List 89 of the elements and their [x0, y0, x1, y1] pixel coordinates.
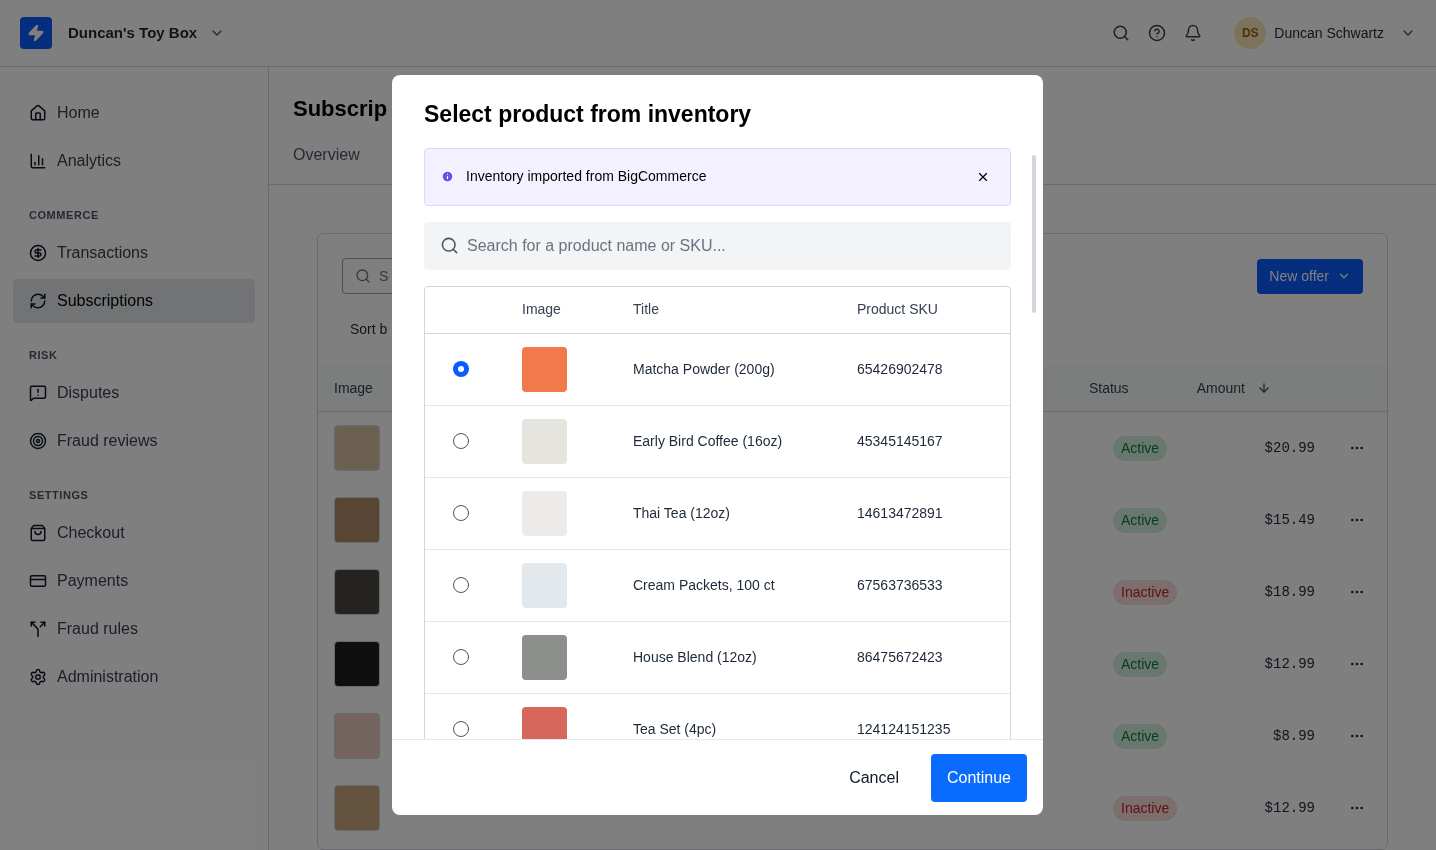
photo-placeholder	[522, 418, 567, 464]
sidebar-item[interactable]: Fraud reviews	[13, 419, 255, 463]
sidebar-item[interactable]: Disputes	[13, 371, 255, 415]
status-badge: Active	[1113, 723, 1168, 749]
product-row[interactable]: Thai Tea (12oz) 14613472891	[425, 477, 1010, 550]
product-sku: 67563736533	[857, 577, 943, 593]
photo-placeholder	[334, 713, 380, 759]
amount: $12.99	[1263, 798, 1315, 818]
amount: $20.99	[1263, 438, 1315, 458]
search-icon	[440, 236, 459, 255]
product-row[interactable]: House Blend (12oz) 86475672423	[425, 621, 1010, 694]
house-icon	[29, 104, 47, 122]
product-row[interactable]: Matcha Powder (200g) 65426902478	[425, 333, 1010, 406]
section-label: SETTINGS	[28, 487, 90, 503]
photo-placeholder	[334, 569, 380, 615]
column-header: Product SKU	[857, 300, 938, 319]
photo-placeholder	[522, 634, 567, 680]
sidebar-item[interactable]: Checkout	[13, 511, 255, 555]
sidebar-item[interactable]: Transactions	[13, 231, 255, 275]
photo-placeholder	[334, 425, 380, 471]
sidebar-item[interactable]: Fraud rules	[13, 607, 255, 651]
cancel-button[interactable]: Cancel	[849, 765, 899, 790]
target-icon	[29, 432, 47, 450]
refresh-icon	[29, 292, 47, 310]
amount: $18.99	[1263, 582, 1315, 602]
radio-button[interactable]	[453, 361, 469, 377]
info-icon	[441, 170, 454, 183]
sidebar-item[interactable]: Home	[13, 91, 255, 135]
product-sku: 65426902478	[857, 361, 943, 377]
product-sku: 45345145167	[857, 433, 943, 449]
sidebar-item[interactable]: Administration	[13, 655, 255, 699]
photo-placeholder	[522, 346, 567, 392]
user-avatar[interactable]: DS	[1234, 17, 1267, 49]
overview-tab[interactable]: Overview	[293, 142, 360, 167]
amount: $12.99	[1263, 654, 1315, 674]
split-arrow-icon	[29, 620, 47, 638]
speech-bubble-icon	[29, 384, 47, 402]
logo-icon	[20, 17, 52, 49]
photo-placeholder	[522, 706, 567, 739]
amount: $8.99	[1272, 726, 1315, 746]
product-row[interactable]: Early Bird Coffee (16oz) 45345145167	[425, 405, 1010, 478]
dollar-icon	[29, 244, 47, 262]
sidebar-item[interactable]: Analytics	[13, 139, 255, 183]
search-icon[interactable]	[1112, 24, 1131, 42]
bell-icon[interactable]	[1184, 24, 1203, 42]
help-icon[interactable]	[1148, 24, 1167, 42]
column-header: Title	[633, 300, 659, 319]
amount: $15.49	[1263, 510, 1315, 530]
bag-icon	[29, 524, 47, 542]
product-title: House Blend (12oz)	[633, 649, 757, 665]
settings-icon	[29, 668, 47, 686]
photo-placeholder	[334, 785, 380, 831]
product-sku: 124124151235	[857, 721, 951, 737]
column-header: Image	[522, 300, 561, 319]
product-row[interactable]: Cream Packets, 100 ct 67563736533	[425, 549, 1010, 622]
section-label: COMMERCE	[28, 207, 100, 223]
scrollbar-thumb[interactable]	[1032, 155, 1036, 313]
status-badge: Inactive	[1113, 795, 1178, 821]
page-title: Subscrip	[293, 95, 388, 123]
sidebar-item[interactable]: Subscriptions	[13, 279, 255, 323]
product-search-field[interactable]: Search for a product name or SKU...	[424, 221, 1011, 270]
banner-text: Inventory imported from BigCommerce	[466, 167, 707, 186]
product-title: Matcha Powder (200g)	[633, 361, 775, 377]
product-title: Tea Set (4pc)	[633, 721, 717, 737]
status-badge: Active	[1113, 507, 1168, 533]
section-label: RISK	[28, 347, 59, 363]
store-name[interactable]: Duncan's Toy Box	[68, 21, 198, 45]
status-badge: Active	[1113, 651, 1168, 677]
product-title: Early Bird Coffee (16oz)	[633, 433, 783, 449]
status-badge: Inactive	[1113, 579, 1178, 605]
card-icon	[29, 572, 47, 590]
column-header: Status	[1088, 378, 1129, 398]
new-offer-button[interactable]: New offer	[1257, 258, 1363, 294]
product-sku: 14613472891	[857, 505, 943, 521]
column-header: Image	[334, 378, 373, 398]
photo-placeholder	[334, 497, 380, 543]
product-sku: 86475672423	[857, 649, 943, 665]
dialog-title: Select product from inventory	[424, 100, 753, 129]
sidebar-item[interactable]: Payments	[13, 559, 255, 603]
status-badge: Active	[1113, 435, 1168, 461]
product-title: Thai Tea (12oz)	[633, 505, 730, 521]
product-title: Cream Packets, 100 ct	[633, 577, 775, 593]
chart-icon	[29, 152, 47, 170]
column-header[interactable]: Amount	[1196, 377, 1271, 399]
continue-button[interactable]: Continue	[930, 753, 1027, 802]
search-icon	[355, 268, 371, 284]
user-name[interactable]: Duncan Schwartz	[1274, 22, 1384, 44]
photo-placeholder	[334, 641, 380, 687]
photo-placeholder	[522, 562, 567, 608]
